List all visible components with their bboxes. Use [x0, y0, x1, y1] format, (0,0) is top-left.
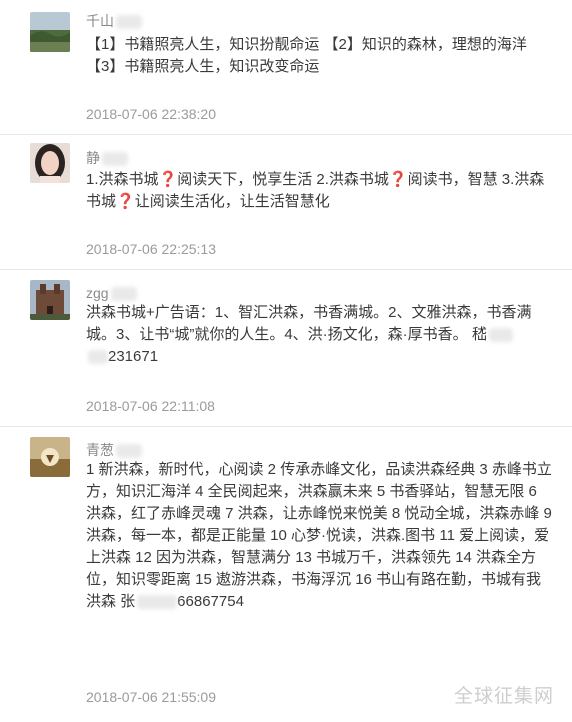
commenter-name[interactable]: 青葱 — [86, 441, 142, 459]
redacted-blur — [88, 350, 108, 365]
avatar[interactable] — [30, 437, 70, 477]
question-mark-icon: ❓ — [158, 171, 178, 188]
comment-time: 2018-07-06 22:38:20 — [86, 106, 216, 122]
commenter-name[interactable]: 千山 — [86, 12, 142, 30]
avatar[interactable] — [30, 280, 70, 320]
comment-item: 青葱 1 新洪森，新时代，心阅读 2 传承赤峰文化，品读洪森经典 3 赤峰书立方… — [0, 427, 572, 722]
commenter-name[interactable]: 静 — [86, 149, 128, 167]
redacted-blur — [102, 152, 128, 167]
redacted-blur — [137, 595, 178, 610]
avatar[interactable] — [30, 12, 70, 52]
redacted-blur — [110, 287, 137, 302]
commenter-name[interactable]: zgg — [86, 284, 137, 302]
redacted-blur — [116, 444, 142, 459]
comment-item: 静 1.洪森书城❓阅读天下，悦享生活 2.洪森书城❓阅读书，智慧 3.洪森书城❓… — [0, 135, 572, 270]
question-mark-icon: ❓ — [116, 193, 135, 210]
comment-item: zgg 洪森书城+广告语：1、智汇洪森，书香满城。2、文雅洪森，书香满城。3、让… — [0, 270, 572, 427]
comment-text: 洪森书城+广告语：1、智汇洪森，书香满城。2、文雅洪森，书香满城。3、让书“城”… — [86, 304, 532, 365]
comment-item: 千山 【1】书籍照亮人生，知识扮靓命运 【2】知识的森林，理想的海洋 【3】书籍… — [0, 0, 572, 135]
comment-time: 2018-07-06 22:25:13 — [86, 241, 216, 257]
comment-time: 2018-07-06 22:11:08 — [86, 398, 215, 414]
comment-text: 1.洪森书城❓阅读天下，悦享生活 2.洪森书城❓阅读书，智慧 3.洪森书城❓让阅… — [86, 171, 545, 210]
comment-time: 2018-07-06 21:55:09 — [86, 689, 216, 705]
redacted-blur — [488, 328, 513, 343]
watermark-logo: 全球征集网 — [453, 685, 554, 707]
comment-text: 【1】书籍照亮人生，知识扮靓命运 【2】知识的森林，理想的海洋 【3】书籍照亮人… — [86, 36, 527, 75]
question-mark-icon: ❓ — [388, 171, 408, 188]
avatar[interactable] — [30, 143, 70, 183]
redacted-blur — [116, 15, 142, 30]
comment-text: 1 新洪森，新时代，心阅读 2 传承赤峰文化，品读洪森经典 3 赤峰书立方，知识… — [86, 461, 552, 610]
